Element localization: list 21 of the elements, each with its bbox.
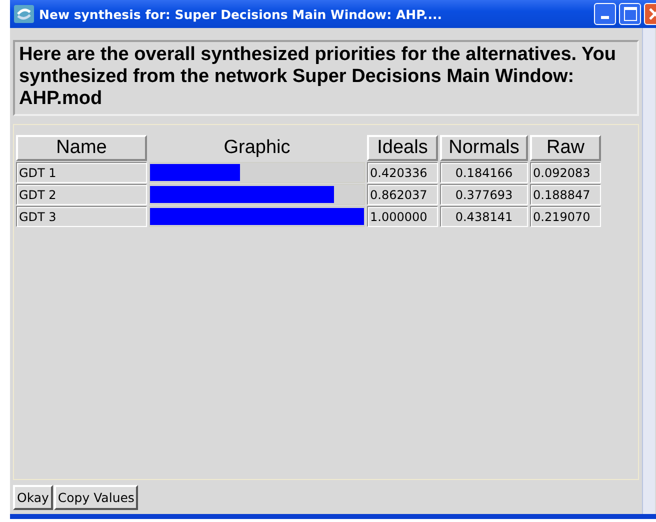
table-cell: 0.862037	[367, 184, 438, 205]
table-cell: 0.188847	[530, 184, 601, 205]
column-header: Ideals	[367, 135, 438, 161]
table-cell: 0.377693	[440, 184, 528, 205]
column-header: Raw	[530, 135, 601, 161]
table-cell: GDT 2	[16, 184, 147, 205]
column-header: Name	[16, 135, 147, 161]
table-cell: 0.092083	[530, 162, 601, 183]
table-cell: 1.000000	[367, 206, 438, 227]
table-cell: 0.219070	[530, 206, 601, 227]
column-header: Graphic	[222, 136, 292, 160]
column-header: Normals	[440, 135, 528, 161]
message-text: Here are the overall synthesized priorities for the alternatives. You synthesized from the network Super Decisions Main Window: AHP.mod	[13, 40, 639, 116]
table-cell: 0.184166	[440, 162, 528, 183]
window-title: New synthesis for: Super Decisions Main Window: AHP....	[39, 6, 443, 22]
action-button[interactable]: Okay	[13, 485, 53, 510]
action-button[interactable]: Copy Values	[54, 485, 138, 510]
table-cell: GDT 1	[16, 162, 147, 183]
table-cell: GDT 3	[16, 206, 147, 227]
table-cell: 0.438141	[440, 206, 528, 227]
table-cell: 0.420336	[367, 162, 438, 183]
